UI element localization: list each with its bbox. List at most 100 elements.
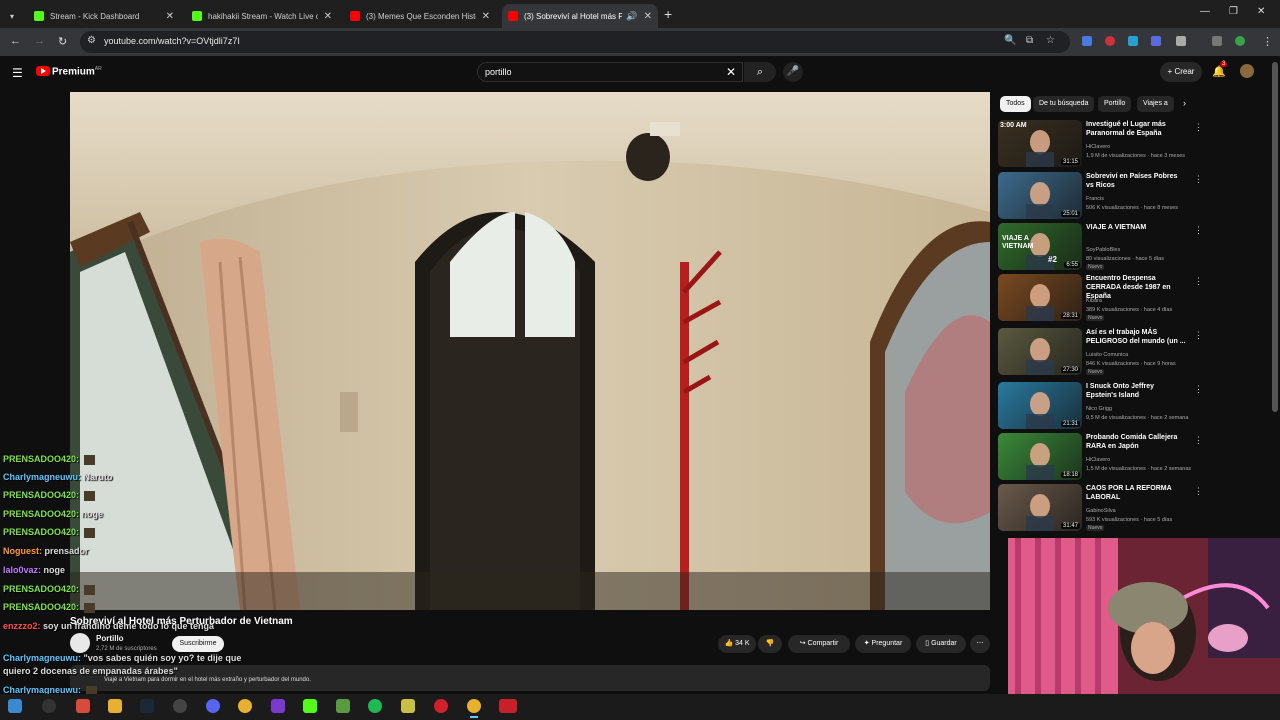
tab-kick-dashboard[interactable]: Stream - Kick Dashboard ✕ bbox=[28, 4, 180, 28]
video-thumbnail[interactable]: 21:31 bbox=[998, 382, 1082, 429]
recommendation-channel[interactable]: Kibara bbox=[1086, 298, 1102, 304]
menu-icon[interactable]: ☰ bbox=[12, 66, 23, 80]
video-player[interactable] bbox=[70, 92, 990, 610]
close-icon[interactable]: ✕ bbox=[166, 11, 174, 22]
recommendation-channel[interactable]: Nico Grigg bbox=[1086, 406, 1112, 412]
video-thumbnail[interactable]: 31:47 bbox=[998, 484, 1082, 531]
steam-icon[interactable] bbox=[140, 699, 154, 713]
avatar[interactable] bbox=[1240, 64, 1254, 78]
discord-icon[interactable] bbox=[206, 699, 220, 713]
close-window-button[interactable]: ✕ bbox=[1257, 6, 1265, 17]
youtube-logo-icon[interactable] bbox=[36, 66, 50, 76]
tab-hakihakii-stream[interactable]: hakihakii Stream - Watch Live o ✕ bbox=[186, 4, 338, 28]
extension-icon[interactable] bbox=[1082, 36, 1092, 46]
recommendation-title[interactable]: Así es el trabajo MÁS PELIGROSO del mund… bbox=[1086, 328, 1186, 346]
obs-icon[interactable] bbox=[173, 699, 187, 713]
subscribe-button[interactable]: Suscribirme bbox=[172, 636, 224, 652]
create-button[interactable]: + Crear bbox=[1160, 62, 1202, 82]
tab-search-button[interactable]: ▾ bbox=[4, 4, 24, 28]
chevron-right-icon[interactable]: › bbox=[1183, 98, 1186, 108]
recommendation-channel[interactable]: HiClavero bbox=[1086, 144, 1110, 150]
recommendation-item[interactable]: 6:55 VIAJE A VIETNAM #2 VIAJE A VIETNAM SoyP… bbox=[998, 223, 1203, 271]
new-tab-button[interactable]: + bbox=[664, 6, 672, 22]
opera-icon[interactable] bbox=[434, 699, 448, 713]
chrome-icon[interactable] bbox=[467, 699, 481, 718]
site-info-icon[interactable]: ⚙ bbox=[87, 35, 96, 46]
more-options-icon[interactable]: ⋮ bbox=[1194, 174, 1203, 185]
extension-icon[interactable] bbox=[1151, 36, 1161, 46]
menu-dots-icon[interactable]: ⋮ bbox=[1262, 35, 1273, 48]
recommendation-channel[interactable]: SoyPabloBles bbox=[1086, 247, 1120, 253]
zoom-icon[interactable]: 🔍 bbox=[1004, 35, 1016, 46]
extension-icon[interactable] bbox=[1105, 36, 1115, 46]
recommendation-title[interactable]: Probando Comida Callejera RARA en Japón bbox=[1086, 433, 1186, 451]
app-icon[interactable] bbox=[76, 699, 90, 713]
filter-chip-all[interactable]: Todos bbox=[1000, 96, 1031, 112]
video-thumbnail[interactable]: 18:18 bbox=[998, 433, 1082, 480]
restore-button[interactable]: ❐ bbox=[1229, 6, 1238, 17]
recommendation-item[interactable]: 18:18 Probando Comida Callejera RARA en J… bbox=[998, 433, 1203, 481]
spotify-icon[interactable] bbox=[368, 699, 382, 713]
more-options-icon[interactable]: ⋮ bbox=[1194, 122, 1203, 133]
app-icon[interactable] bbox=[271, 699, 285, 713]
close-icon[interactable]: ✕ bbox=[324, 11, 332, 22]
folder-icon[interactable] bbox=[108, 699, 122, 713]
recommendation-title[interactable]: Sobreviví en Países Pobres vs Ricos bbox=[1086, 172, 1186, 190]
recommendation-title[interactable]: Investigué el Lugar más Paranormal de Es… bbox=[1086, 120, 1186, 138]
more-options-icon[interactable]: ⋮ bbox=[1194, 486, 1203, 497]
channel-avatar[interactable] bbox=[70, 633, 90, 653]
profile-icon[interactable] bbox=[1235, 36, 1245, 46]
recommendation-item[interactable]: 21:31 I Snuck Onto Jeffrey Epstein's Isla… bbox=[998, 382, 1203, 430]
share-button[interactable]: ↪ Compartir bbox=[788, 635, 850, 653]
recommendation-title[interactable]: I Snuck Onto Jeffrey Epstein's Island bbox=[1086, 382, 1186, 400]
close-icon[interactable]: ✕ bbox=[644, 11, 652, 22]
recommendation-item[interactable]: 28:31 Encuentro Despensa CERRADA desde 19… bbox=[998, 274, 1203, 322]
install-icon[interactable]: ⧉ bbox=[1026, 35, 1033, 46]
ask-button[interactable]: ✦ Preguntar bbox=[855, 635, 911, 653]
more-options-icon[interactable]: ⋮ bbox=[1194, 330, 1203, 341]
recommendation-item[interactable]: 31:47 CAOS POR LA REFORMA LABORAL GabinoSi… bbox=[998, 484, 1203, 532]
more-options-icon[interactable]: ⋮ bbox=[1194, 276, 1203, 287]
recommendation-channel[interactable]: GabinoSilva bbox=[1086, 508, 1116, 514]
recommendation-item[interactable]: 25:01 Sobreviví en Países Pobres vs Ricos… bbox=[998, 172, 1203, 220]
video-thumbnail[interactable]: 28:31 bbox=[998, 274, 1082, 321]
recommendation-channel[interactable]: Francis bbox=[1086, 196, 1104, 202]
back-icon[interactable]: ← bbox=[10, 35, 21, 47]
media-icon[interactable] bbox=[1212, 36, 1222, 46]
more-options-icon[interactable]: ⋮ bbox=[1194, 384, 1203, 395]
kick-icon[interactable] bbox=[303, 699, 317, 713]
video-thumbnail[interactable]: 25:01 bbox=[998, 172, 1082, 219]
recommendation-item[interactable]: 31:15 3:00 AM Investigué el Lugar más Para… bbox=[998, 120, 1203, 168]
more-actions-button[interactable]: ⋯ bbox=[970, 635, 990, 653]
filter-chip-portillo[interactable]: Portillo bbox=[1098, 96, 1132, 112]
app-icon[interactable] bbox=[499, 699, 517, 713]
search-icon[interactable] bbox=[42, 699, 56, 713]
save-button[interactable]: ▯ Guardar bbox=[916, 635, 966, 653]
url-field[interactable]: ⚙ youtube.com/watch?v=OVtjdli7z7I 🔍 ⧉ ☆ bbox=[80, 31, 1070, 53]
search-input[interactable]: portillo ✕ bbox=[477, 62, 743, 82]
more-options-icon[interactable]: ⋮ bbox=[1194, 225, 1203, 236]
tab-memes-video[interactable]: (3) Memes Que Esconden Histo ✕ bbox=[344, 4, 496, 28]
minecraft-icon[interactable] bbox=[336, 699, 350, 713]
minimize-button[interactable]: — bbox=[1200, 6, 1210, 17]
recommendation-title[interactable]: VIAJE A VIETNAM bbox=[1086, 223, 1186, 232]
speaker-icon[interactable]: 🔊 bbox=[626, 11, 637, 22]
more-options-icon[interactable]: ⋮ bbox=[1194, 435, 1203, 446]
recommendation-title[interactable]: CAOS POR LA REFORMA LABORAL bbox=[1086, 484, 1186, 502]
forward-icon[interactable]: → bbox=[34, 35, 45, 47]
youtube-logo[interactable]: PremiumAR bbox=[52, 66, 102, 77]
clear-search-icon[interactable]: ✕ bbox=[726, 65, 736, 79]
video-thumbnail[interactable]: 6:55 VIAJE A VIETNAM #2 bbox=[998, 223, 1082, 270]
scrollbar[interactable] bbox=[1272, 62, 1278, 412]
chrome-icon[interactable] bbox=[238, 699, 252, 713]
bookmark-star-icon[interactable]: ☆ bbox=[1046, 35, 1055, 46]
close-icon[interactable]: ✕ bbox=[482, 11, 490, 22]
search-button[interactable]: ⌕ bbox=[744, 62, 776, 82]
recommendation-title[interactable]: Encuentro Despensa CERRADA desde 1987 en… bbox=[1086, 274, 1186, 301]
filter-chip-travel[interactable]: Viajes a bbox=[1137, 96, 1174, 112]
reload-icon[interactable]: ↻ bbox=[58, 35, 67, 48]
app-icon[interactable] bbox=[401, 699, 415, 713]
channel-name[interactable]: Portillo bbox=[96, 634, 124, 643]
start-icon[interactable] bbox=[8, 699, 22, 713]
recommendation-item[interactable]: 27:30 Así es el trabajo MÁS PELIGROSO del… bbox=[998, 328, 1203, 376]
